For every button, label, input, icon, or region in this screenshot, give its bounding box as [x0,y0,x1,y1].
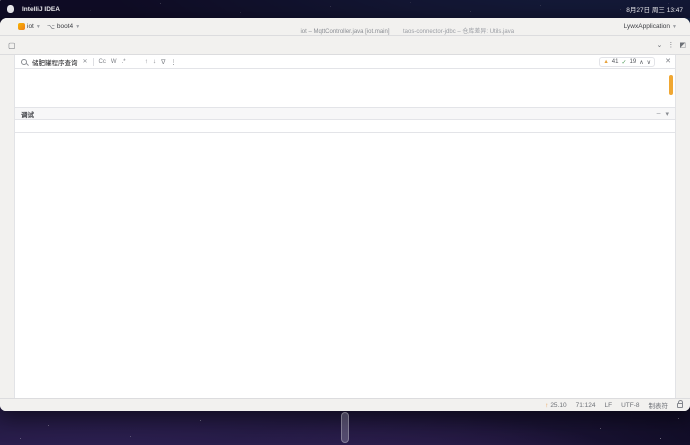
filter-icon[interactable]: ∇ [161,58,165,66]
left-tool-stripe [0,55,15,398]
warning-count: 41 [612,59,619,65]
project-icon [18,23,25,30]
debug-panel-header: 调试 – ▾ [15,108,675,120]
git-branch-icon: ⌥ [47,23,55,31]
update-version: 25.10 [550,402,566,409]
center-panels: 储肥罐程序查询 ✕ Cc W .* ↑ ↓ ∇ ⋮ ▲ 41 ✓ 19 ∧ ∨ [15,55,675,398]
whole-words-toggle[interactable]: W [111,59,117,65]
intellij-window: iot ▼ ⌥ boot4 ▼ iot – MqttController.jav… [0,18,690,411]
update-widget[interactable]: ↑ 25.10 [545,402,566,409]
panel-header-actions: – ▾ [657,110,669,118]
project-name: iot [27,23,34,30]
search-icon [21,59,27,65]
read-lock-icon[interactable] [677,403,683,408]
regex-toggle[interactable]: .* [122,59,126,65]
notifications-bell-icon[interactable]: ◩ [679,41,686,49]
prev-match-icon[interactable]: ↑ [145,58,148,65]
debug-panel-label[interactable]: 调试 [21,109,34,119]
error-stripe-marker[interactable] [669,75,673,95]
chevron-down-icon: ▼ [672,24,677,30]
file-encoding[interactable]: UTF-8 [621,402,639,409]
chevron-down-icon: ▼ [75,24,80,30]
minimize-panel-icon[interactable]: – [657,110,661,118]
update-arrow-icon: ↑ [545,402,548,409]
status-bar-right: ↑ 25.10 71:124 LF UTF-8 制表符 [545,400,683,410]
caret-position[interactable]: 71:124 [576,402,596,409]
close-find-icon[interactable]: ✕ [665,57,671,65]
indent-style[interactable]: 制表符 [649,400,669,410]
line-ending[interactable]: LF [604,402,612,409]
run-config-name: LywxApplication [624,23,670,30]
status-bar: ↑ 25.10 71:124 LF UTF-8 制表符 [0,398,690,411]
chevron-down-icon: ▼ [36,24,41,30]
debug-toolbar [15,120,675,133]
apple-menu-icon[interactable] [7,5,14,13]
next-match-icon[interactable]: ↓ [153,58,156,65]
menu-clock[interactable]: 8月27日 周三 13:47 [626,4,683,14]
macos-dock [341,412,349,443]
ide-main-area: 储肥罐程序查询 ✕ Cc W .* ↑ ↓ ∇ ⋮ ▲ 41 ✓ 19 ∧ ∨ [0,55,690,398]
editor-tab-bar: ▢ ⌄ ⋮ ◩ [0,36,690,55]
tabbar-extras: ⌄ ⋮ ◩ [657,36,687,54]
run-config-selector[interactable]: LywxApplication ▼ [624,23,677,30]
background-task-note: taos-connector-jdbc – 仓库差异: Utils.java [403,26,514,35]
macos-menu-bar: IntelliJ IDEA 8月27日 周三 13:47 [0,0,690,18]
window-title: iot – MqttController.java [iot.main] [0,29,690,35]
find-bar: 储肥罐程序查询 ✕ Cc W .* ↑ ↓ ∇ ⋮ [15,55,675,69]
panel-options-icon[interactable]: ▾ [665,110,669,118]
inspections-widget[interactable]: ▲ 41 ✓ 19 ∧ ∨ [599,57,655,67]
prev-problem-icon[interactable]: ∧ [639,59,643,66]
branch-name: boot4 [57,23,73,30]
right-tool-stripe [675,55,690,398]
hidden-tabs-chevron-icon[interactable]: ⌄ [657,41,663,49]
window-title-bar: iot ▼ ⌥ boot4 ▼ iot – MqttController.jav… [0,18,690,36]
folder-icon[interactable]: ▢ [8,41,16,50]
tab-options-icon[interactable]: ⋮ [667,41,674,49]
code-editor[interactable]: ▲ 41 ✓ 19 ∧ ∨ ✕ [15,69,675,108]
find-more-icon[interactable]: ⋮ [170,58,177,66]
editor-tabs [20,36,654,54]
app-menu-title[interactable]: IntelliJ IDEA [22,6,60,13]
debug-console[interactable] [15,133,675,398]
titlebar-actions: LywxApplication ▼ [624,23,682,30]
project-widget[interactable]: iot ▼ [18,23,41,30]
clear-search-icon[interactable]: ✕ [83,58,88,65]
find-query[interactable]: 储肥罐程序查询 [32,57,78,67]
passed-count: 19 [630,59,637,65]
warning-icon: ▲ [603,59,608,65]
check-icon: ✓ [621,59,626,66]
branch-widget[interactable]: ⌥ boot4 ▼ [47,23,80,31]
match-case-toggle[interactable]: Cc [99,59,106,65]
next-problem-icon[interactable]: ∨ [647,59,651,66]
divider [93,58,94,66]
